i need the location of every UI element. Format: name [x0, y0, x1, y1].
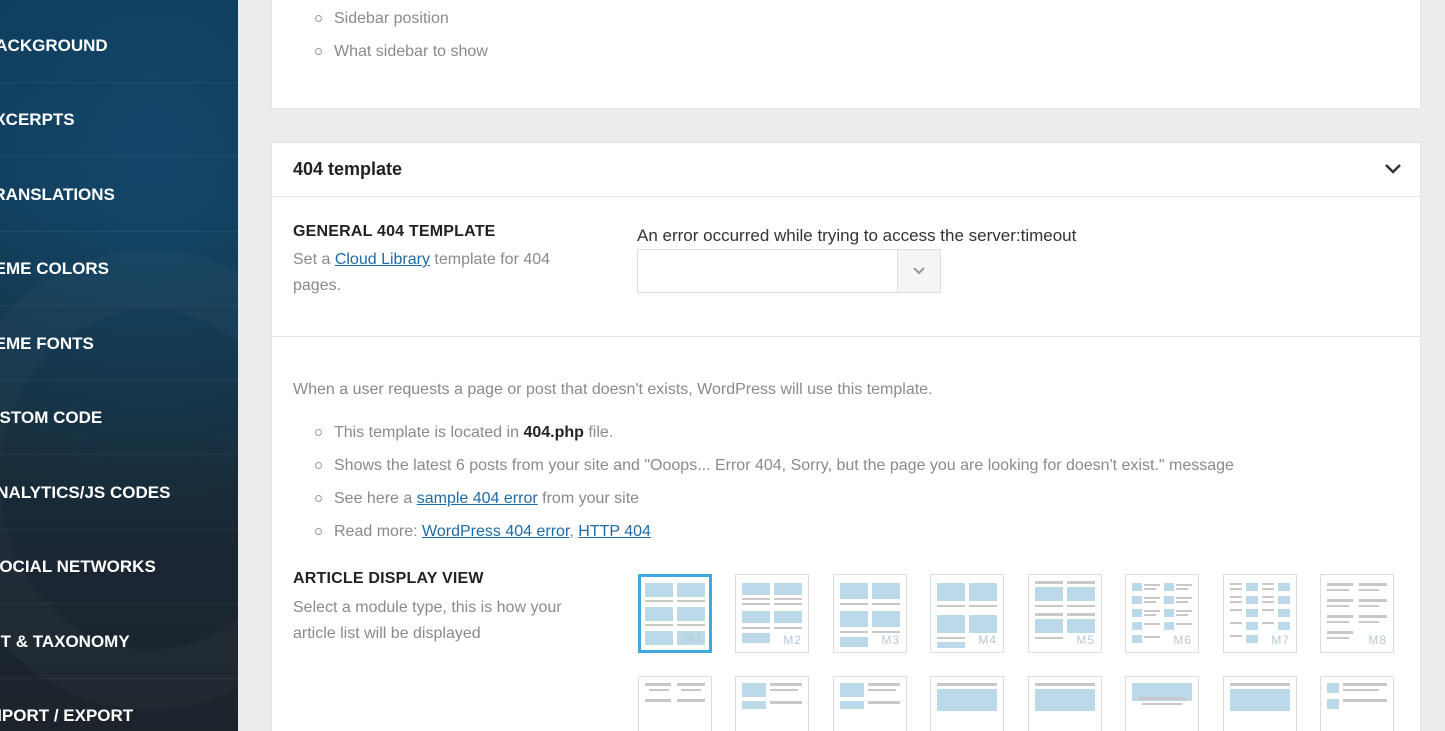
sidebar: BACKGROUND EXCERPTS TRANSLATIONS THEME C… — [0, 0, 238, 731]
list-item: See here a sample 404 error from your si… — [293, 482, 1234, 515]
article-display-view-title: ARTICLE DISPLAY VIEW — [293, 570, 484, 587]
list-item: Shows the latest 6 posts from your site … — [293, 449, 1234, 482]
module-label: M7 — [1271, 633, 1290, 647]
intro-text: When a user requests a page or post that… — [293, 381, 933, 398]
module-thumbnail-icon — [1230, 683, 1290, 711]
http-404-link[interactable]: HTTP 404 — [578, 523, 651, 540]
module-label: M8 — [1368, 633, 1387, 647]
template-info-row: When a user requests a page or post that… — [272, 337, 1420, 731]
chevron-down-icon — [913, 267, 925, 275]
sidebar-item-analytics-js-codes[interactable]: ANALYTICS/JS CODES — [0, 456, 238, 530]
list-item: Sidebar position — [293, 2, 488, 35]
module-label: M4 — [978, 633, 997, 647]
panel-title: 404 template — [293, 159, 403, 179]
module-option-m5[interactable]: M5 — [1028, 574, 1102, 653]
module-option-m3[interactable]: M3 — [833, 574, 907, 653]
cloud-library-link[interactable]: Cloud Library — [335, 251, 430, 268]
sidebar-item-theme-colors[interactable]: THEME COLORS — [0, 232, 238, 306]
sidebar-item-cpt-taxonomy[interactable]: CPT & TAXONOMY — [0, 605, 238, 679]
module-thumbnail-icon — [645, 683, 705, 702]
sample-404-error-link[interactable]: sample 404 error — [417, 490, 538, 507]
sidebar-item-translations[interactable]: TRANSLATIONS — [0, 158, 238, 232]
error-message: An error occurred while trying to access… — [637, 226, 1077, 245]
module-option-m8[interactable]: M8 — [1320, 574, 1394, 653]
module-option-more[interactable] — [1125, 676, 1199, 731]
module-option-more[interactable] — [833, 676, 907, 731]
wordpress-404-error-link[interactable]: WordPress 404 error — [422, 523, 569, 540]
select-arrow[interactable] — [897, 250, 940, 292]
sidebar-item-excerpts[interactable]: EXCERPTS — [0, 83, 238, 157]
module-thumbnail-icon — [1035, 683, 1095, 711]
list-item: What sidebar to show — [293, 35, 488, 68]
module-option-more[interactable] — [930, 676, 1004, 731]
module-thumbnail-icon — [840, 683, 900, 709]
module-option-m4[interactable]: M4 — [930, 574, 1004, 653]
module-option-more[interactable] — [1028, 676, 1102, 731]
module-option-m6[interactable]: M6 — [1125, 574, 1199, 653]
module-option-m2[interactable]: M2 — [735, 574, 809, 653]
chevron-down-icon[interactable] — [1384, 161, 1402, 175]
module-option-more[interactable] — [638, 676, 712, 731]
article-display-view-desc: Select a module type, this is how your a… — [293, 599, 562, 642]
module-option-m1[interactable]: M1 — [638, 574, 712, 653]
sidebar-item-background[interactable]: BACKGROUND — [0, 9, 238, 83]
sidebar-item-custom-code[interactable]: CUSTOM CODE — [0, 381, 238, 455]
module-label: M6 — [1173, 633, 1192, 647]
template-info-list: This template is located in 404.php file… — [293, 416, 1234, 548]
sidebar-info-list: Sidebar position What sidebar to show — [293, 2, 488, 68]
general-404-template-title: GENERAL 404 TEMPLATE — [293, 223, 496, 240]
sidebar-item-social-networks[interactable]: SOCIAL NETWORKS — [0, 530, 238, 604]
general-404-template-desc: Set a Cloud Library template for 404 pag… — [293, 251, 551, 294]
module-thumbnail-icon — [1132, 683, 1192, 705]
module-option-more[interactable] — [1320, 676, 1394, 731]
module-thumbnail-icon — [742, 683, 802, 709]
panel-header[interactable]: 404 template — [272, 143, 1420, 197]
list-item: Read more: WordPress 404 error, HTTP 404 — [293, 515, 1234, 548]
module-option-more[interactable] — [735, 676, 809, 731]
sidebar-settings-panel: Sidebar position What sidebar to show — [271, 0, 1421, 109]
list-item: This template is located in 404.php file… — [293, 416, 1234, 449]
module-label: M2 — [783, 633, 802, 647]
module-label: M1 — [684, 631, 703, 645]
module-label: M5 — [1076, 633, 1095, 647]
general-404-template-row: GENERAL 404 TEMPLATE Set a Cloud Library… — [272, 197, 1420, 337]
module-thumbnail-icon — [937, 683, 997, 711]
module-option-more[interactable] — [1223, 676, 1297, 731]
module-label: M3 — [881, 633, 900, 647]
template-select[interactable] — [637, 249, 941, 293]
module-thumbnail-icon — [1327, 683, 1387, 709]
sidebar-item-import-export[interactable]: IMPORT / EXPORT — [0, 679, 238, 731]
module-option-m7[interactable]: M7 — [1223, 574, 1297, 653]
sidebar-item-theme-fonts[interactable]: THEME FONTS — [0, 307, 238, 381]
template-404-panel: 404 template GENERAL 404 TEMPLATE Set a … — [271, 142, 1421, 731]
